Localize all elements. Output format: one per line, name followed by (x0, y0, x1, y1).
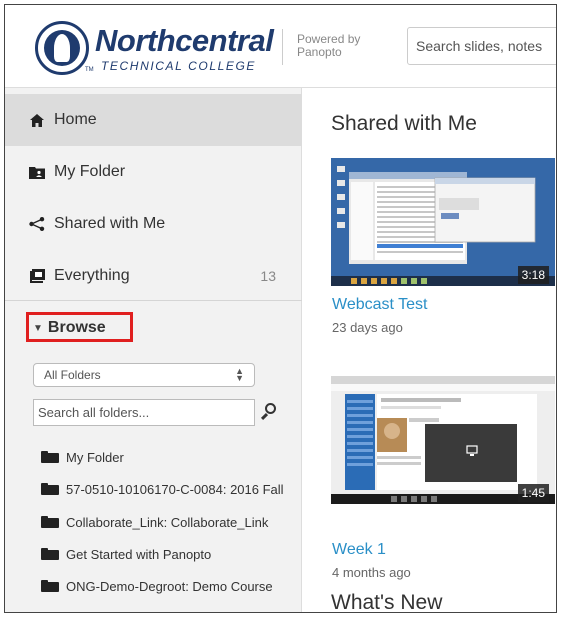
caret-down-icon: ▼ (33, 322, 43, 334)
folder-label: My Folder (66, 449, 124, 465)
section-title-whats-new: What's New (331, 591, 443, 613)
folder-icon (41, 516, 59, 528)
browse-label: Browse (47, 319, 106, 336)
section-title-shared: Shared with Me (331, 112, 477, 135)
folder-filter-select[interactable]: All Folders ▲ ▼ (33, 363, 255, 387)
powered-by-panopto: Powered by Panopto (297, 33, 360, 59)
logo-subtitle: TECHNICAL COLLEGE (101, 59, 257, 73)
sidebar-item-label: Everything (54, 267, 130, 284)
select-arrows-icon: ▲ ▼ (235, 366, 244, 383)
folder-item[interactable]: ONG-Demo-Degroot: Demo Course (41, 576, 273, 596)
share-icon (29, 217, 45, 231)
folder-icon (41, 548, 59, 560)
folder-filter-value: All Folders (44, 368, 101, 382)
duration-badge: 1:45 (517, 484, 549, 502)
folder-icon (41, 451, 59, 463)
main-content: Shared with Me 3:18 Webcast Test 23 days… (303, 88, 556, 613)
powered-by-text: Powered by Panopto (297, 33, 360, 59)
search-input[interactable] (407, 27, 556, 65)
everything-icon (29, 269, 45, 283)
folder-item[interactable]: Collaborate_Link: Collaborate_Link (41, 512, 268, 532)
session-thumbnail[interactable]: 1:45 (331, 376, 555, 504)
logo-trademark: TM (85, 67, 94, 73)
session-title-link[interactable]: Week 1 (332, 541, 386, 559)
sidebar-item-my-folder[interactable]: My Folder (5, 146, 302, 198)
folder-label: 57-0510-10106170-C-0084: 2016 Fall (66, 481, 284, 497)
sidebar-item-label: Shared with Me (54, 215, 166, 232)
folder-search-input[interactable] (33, 399, 255, 426)
sidebar-item-label: Home (54, 111, 97, 128)
folder-icon (41, 483, 59, 495)
sidebar-item-home[interactable]: Home (5, 94, 302, 146)
header: Northcentral TECHNICAL COLLEGE TM Powere… (5, 5, 556, 88)
session-date: 4 months ago (332, 565, 411, 580)
sidebar: Home My Folder Shared with Me Everything… (5, 88, 302, 612)
session-thumbnail[interactable]: 3:18 (331, 158, 555, 286)
folder-item[interactable]: 57-0510-10106170-C-0084: 2016 Fall (41, 479, 284, 499)
sidebar-item-label: My Folder (54, 163, 126, 180)
tree-logo-icon (35, 21, 89, 75)
folder-label: Collaborate_Link: Collaborate_Link (66, 514, 269, 530)
duration-badge: 3:18 (517, 266, 549, 284)
folder-item[interactable]: Get Started with Panopto (41, 544, 211, 564)
folder-label: Get Started with Panopto (66, 546, 212, 562)
my-folder-icon (29, 165, 45, 179)
session-title-link[interactable]: Webcast Test (332, 296, 427, 314)
session-date: 23 days ago (332, 320, 403, 335)
home-icon (29, 113, 45, 127)
sidebar-item-shared-with-me[interactable]: Shared with Me (5, 198, 302, 250)
panopto-label: Panopto (297, 45, 342, 59)
sidebar-item-everything[interactable]: Everything 13 (5, 250, 302, 302)
search-icon[interactable] (260, 403, 279, 421)
browse-toggle[interactable]: ▼ Browse (33, 319, 106, 337)
sidebar-divider (5, 300, 302, 301)
everything-count: 13 (260, 268, 276, 284)
college-logo[interactable]: Northcentral TECHNICAL COLLEGE TM (35, 21, 274, 77)
folder-item[interactable]: My Folder (41, 447, 124, 467)
folder-icon (41, 580, 59, 592)
folder-label: ONG-Demo-Degroot: Demo Course (66, 578, 273, 594)
header-divider (282, 29, 283, 65)
panopto-window: Northcentral TECHNICAL COLLEGE TM Powere… (4, 4, 557, 613)
logo-name: Northcentral (95, 23, 274, 58)
